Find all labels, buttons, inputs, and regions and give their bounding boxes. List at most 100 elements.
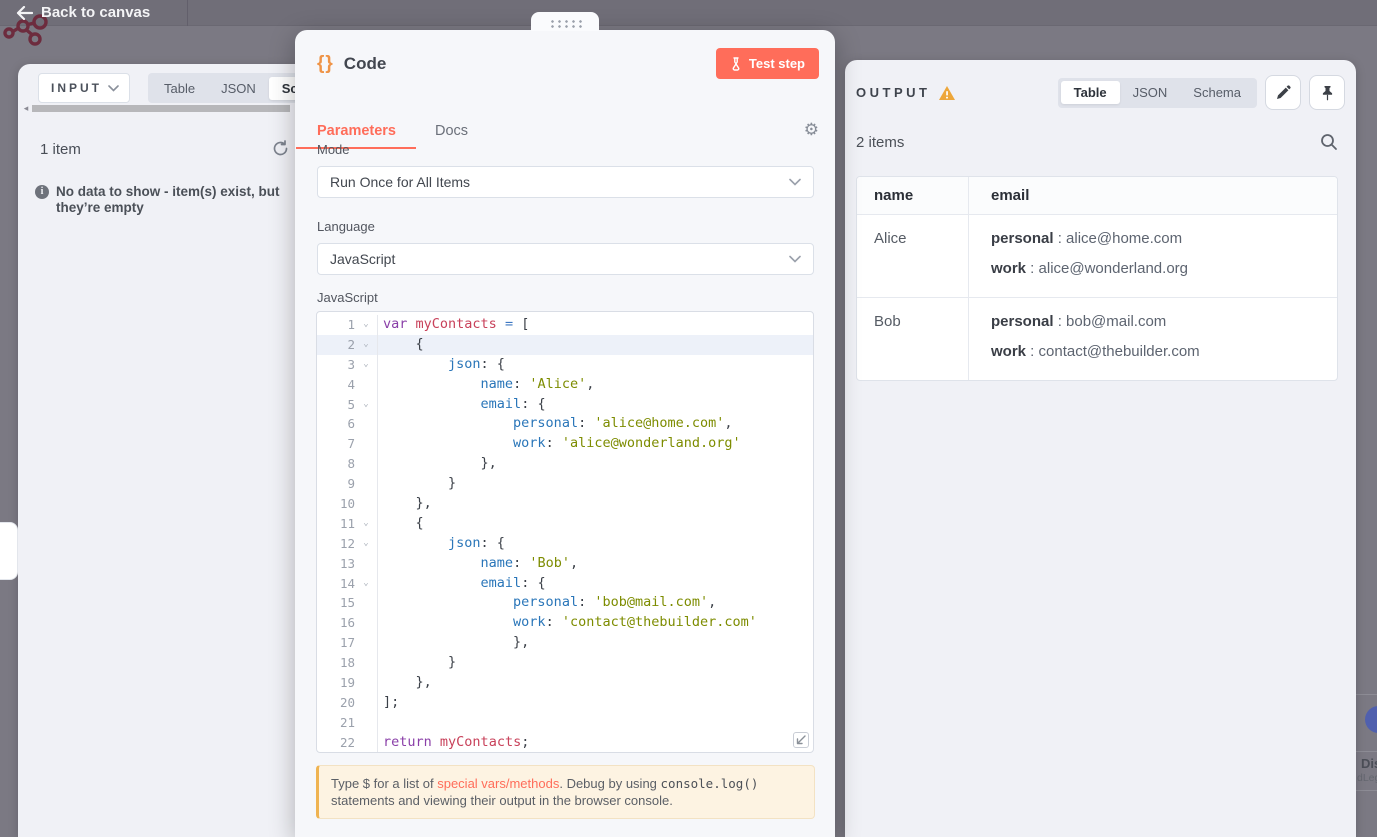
scroll-left-arrow-icon[interactable]: ◂: [20, 103, 32, 114]
fold-chevron-icon[interactable]: ⌄: [355, 395, 377, 415]
code-line-22[interactable]: 22 return myContacts;: [317, 732, 813, 752]
output-items-count: 2 items: [856, 133, 905, 151]
code-line-13[interactable]: 13 name: 'Bob',: [317, 553, 813, 574]
edit-output-button[interactable]: [1265, 75, 1301, 110]
language-select[interactable]: JavaScript: [317, 243, 814, 275]
tab-docs[interactable]: Docs: [435, 123, 468, 139]
output-tab-schema[interactable]: Schema: [1180, 81, 1254, 104]
code-line-16[interactable]: 16 work: 'contact@thebuilder.com': [317, 613, 813, 634]
line-number: 3: [347, 356, 355, 372]
drag-dots-icon: [548, 19, 582, 28]
chevron-down-icon: [789, 178, 801, 186]
fold-gutter: [355, 693, 377, 713]
input-empty-message-row: i No data to show - item(s) exist, but t…: [35, 184, 293, 216]
code-line-9[interactable]: 9 }: [317, 474, 813, 495]
active-tab-underline: [296, 147, 416, 149]
tab-parameters[interactable]: Parameters: [317, 123, 396, 139]
clipped-menu-subitem[interactable]: dLega: [1357, 772, 1377, 784]
editor-resize-handle[interactable]: [793, 732, 809, 748]
code-line-20[interactable]: 20];: [317, 692, 813, 713]
code-line-19[interactable]: 19 },: [317, 673, 813, 693]
input-selector-dropdown[interactable]: INPUT: [38, 73, 130, 103]
flask-icon: [730, 56, 742, 71]
table-row[interactable]: Alice personal : alice@home.com work : ali…: [857, 214, 1337, 297]
code-text: personal: 'alice@home.com',: [513, 415, 733, 432]
code-line-6[interactable]: 6 personal: 'alice@home.com',: [317, 414, 813, 435]
code-text: email: {: [480, 395, 546, 412]
back-to-canvas-button[interactable]: Back to canvas: [16, 4, 150, 21]
language-value: JavaScript: [330, 251, 396, 267]
code-text: json: {: [448, 355, 505, 372]
search-icon[interactable]: [1320, 133, 1338, 151]
test-step-label: Test step: [748, 56, 805, 71]
scrollbar-thumb[interactable]: [32, 105, 290, 112]
code-line-12[interactable]: 12 ⌄ json: {: [317, 533, 813, 554]
fold-chevron-icon[interactable]: ⌄: [355, 514, 377, 534]
fold-gutter: [355, 434, 377, 454]
code-line-5[interactable]: 5 ⌄ email: {: [317, 394, 813, 415]
code-line-3[interactable]: 3 ⌄ json: {: [317, 354, 813, 375]
code-line-21[interactable]: 21: [317, 712, 813, 733]
line-number: 18: [339, 655, 355, 671]
input-tab-table[interactable]: Table: [151, 77, 208, 100]
fold-gutter: [355, 613, 377, 633]
output-tab-json[interactable]: JSON: [1120, 81, 1181, 104]
special-vars-link[interactable]: special vars/methods: [437, 776, 559, 791]
code-line-11[interactable]: 11 ⌄ {: [317, 513, 813, 534]
info-icon: i: [35, 185, 49, 199]
test-step-button[interactable]: Test step: [715, 48, 819, 79]
modal-tabs: Parameters Docs ⚙: [295, 95, 819, 150]
code-line-18[interactable]: 18 }: [317, 653, 813, 674]
menu-divider: [1356, 751, 1377, 752]
code-line-10[interactable]: 10 },: [317, 494, 813, 514]
input-tab-json[interactable]: JSON: [208, 77, 269, 100]
code-text: personal: 'bob@mail.com',: [513, 594, 717, 611]
fold-chevron-icon[interactable]: ⌄: [355, 335, 377, 355]
code-line-2[interactable]: 2 ⌄ {: [317, 334, 813, 355]
output-panel: OUTPUT Table JSON Schema 2 items name em…: [845, 60, 1356, 837]
line-number: 8: [347, 456, 355, 472]
output-tab-table[interactable]: Table: [1060, 81, 1120, 104]
column-header-name: name: [857, 177, 969, 214]
line-number: 4: [347, 376, 355, 392]
mode-select[interactable]: Run Once for All Items: [317, 166, 814, 198]
fold-gutter: [355, 653, 377, 673]
chevron-down-icon: [789, 255, 801, 263]
fold-gutter: [355, 673, 377, 693]
code-text: json: {: [448, 534, 505, 551]
mode-value: Run Once for All Items: [330, 174, 471, 190]
gear-icon[interactable]: ⚙: [804, 120, 819, 140]
code-line-15[interactable]: 15 personal: 'bob@mail.com',: [317, 593, 813, 614]
pin-icon: [1320, 85, 1335, 101]
editor-hint-callout: Type $ for a list of special vars/method…: [316, 765, 815, 819]
line-number: 12: [339, 535, 355, 551]
code-editor[interactable]: 1 ⌄ var myContacts = [2 ⌄ {3 ⌄ json: {4 name…: [316, 311, 814, 753]
fold-chevron-icon[interactable]: ⌄: [355, 355, 377, 375]
code-line-8[interactable]: 8 },: [317, 454, 813, 475]
line-number: 11: [339, 515, 355, 531]
refresh-icon[interactable]: [272, 140, 289, 157]
line-number: 1: [347, 317, 355, 332]
pin-output-button[interactable]: [1309, 75, 1345, 110]
code-text: name: 'Bob',: [480, 554, 579, 571]
table-row[interactable]: Bob personal : bob@mail.com work : contact…: [857, 297, 1337, 380]
pencil-icon: [1275, 84, 1291, 101]
code-line-4[interactable]: 4 name: 'Alice',: [317, 374, 813, 395]
fold-gutter: [355, 375, 377, 395]
clipped-menu-item[interactable]: Dis: [1361, 756, 1377, 771]
cell-email-personal: personal : alice@home.com: [991, 230, 1183, 247]
input-horizontal-scrollbar[interactable]: ◂: [20, 103, 295, 114]
code-text: ];: [383, 693, 400, 710]
fold-chevron-icon[interactable]: ⌄: [355, 315, 377, 335]
modal-drag-handle[interactable]: [531, 12, 599, 31]
fold-chevron-icon[interactable]: ⌄: [355, 534, 377, 554]
mode-label: Mode: [317, 142, 350, 157]
back-label: Back to canvas: [41, 4, 151, 21]
code-line-1[interactable]: 1 ⌄ var myContacts = [: [317, 315, 813, 335]
code-line-17[interactable]: 17 },: [317, 633, 813, 654]
code-line-7[interactable]: 7 work: 'alice@wonderland.org': [317, 434, 813, 455]
code-line-14[interactable]: 14 ⌄ email: {: [317, 573, 813, 594]
panel-drag-handle[interactable]: [0, 522, 18, 580]
fold-chevron-icon[interactable]: ⌄: [355, 574, 377, 594]
